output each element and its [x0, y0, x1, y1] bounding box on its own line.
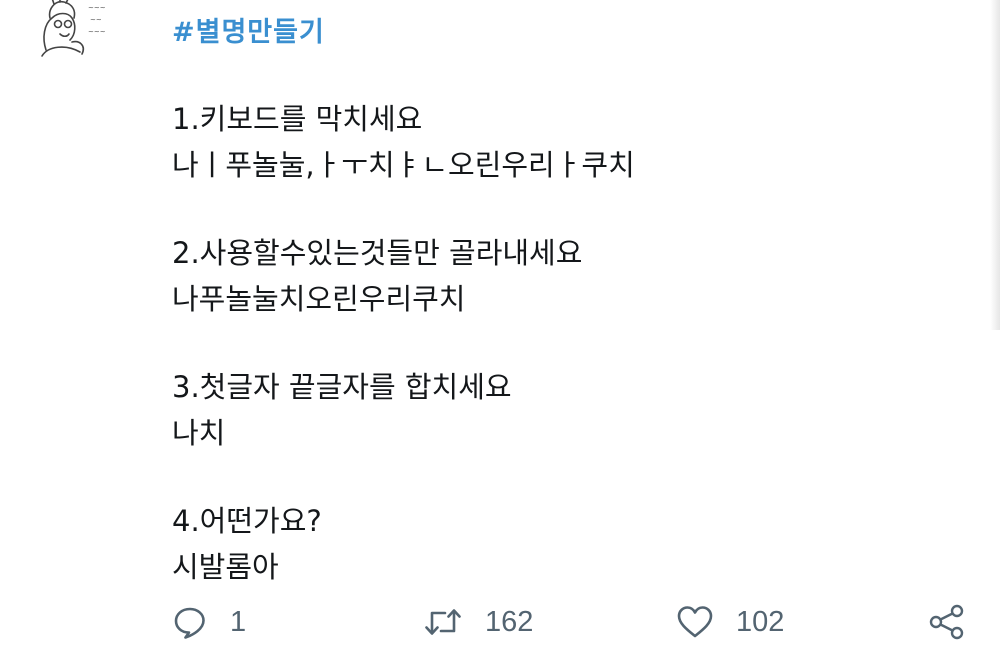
retweet-icon	[425, 609, 461, 635]
tweet-line: 나치	[172, 416, 226, 450]
reply-count: 1	[230, 605, 247, 638]
tweet-line: 나푸놀눌치오린우리쿠치	[172, 282, 466, 316]
svg-text:~~~: ~~~	[88, 4, 106, 12]
svg-text:~~: ~~	[90, 16, 102, 24]
reply-button[interactable]: 1	[172, 598, 246, 646]
reply-icon	[174, 607, 205, 639]
tweet-line: 3.첫글자 끝글자를 합치세요	[172, 370, 512, 404]
tweet-actions-bar: 1 162 102	[0, 598, 1000, 646]
svg-text:~~~: ~~~	[88, 28, 106, 36]
scrollbar-edge[interactable]	[990, 0, 1000, 330]
tweet-line: 2.사용할수있는것들만 골라내세요	[172, 236, 583, 270]
like-button[interactable]: 102	[676, 598, 784, 646]
avatar[interactable]: ~~~ ~~ ~~~	[36, 0, 112, 60]
like-count: 102	[736, 605, 785, 638]
retweet-button[interactable]: 162	[423, 598, 533, 646]
retweet-count: 162	[485, 605, 534, 638]
tweet-line: 4.어떤가요?	[172, 504, 322, 538]
tweet-line: 1.키보드를 막치세요	[172, 102, 423, 136]
tweet-body: 1.키보드를 막치세요 나ㅣ푸놀눌,ㅏㅜ치ㅑㄴ오린우리ㅏ쿠치 2.사용할수있는것…	[172, 96, 952, 590]
tweet-line: 시발롬아	[172, 550, 279, 584]
share-icon	[929, 604, 964, 640]
avatar-drawing-icon: ~~~ ~~ ~~~	[41, 0, 106, 57]
hashtag-link[interactable]: #별명만들기	[172, 10, 325, 49]
heart-icon	[677, 606, 713, 638]
share-button[interactable]	[928, 598, 966, 646]
tweet-line: 나ㅣ푸놀눌,ㅏㅜ치ㅑㄴ오린우리ㅏ쿠치	[172, 148, 635, 182]
